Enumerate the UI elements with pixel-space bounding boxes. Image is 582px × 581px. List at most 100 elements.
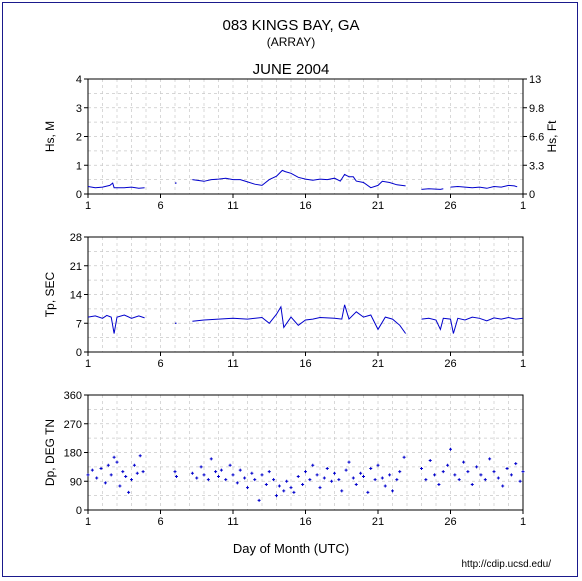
panel2-xtick-label: 6 bbox=[157, 358, 163, 370]
panel1-series-line bbox=[450, 184, 518, 189]
panel1-xtick-label: 1 bbox=[85, 200, 91, 212]
panel3-data-point bbox=[479, 473, 483, 477]
panel1-ytick-label: 4 bbox=[76, 74, 82, 86]
panel3-ytick-label: 270 bbox=[64, 419, 82, 431]
panel3-data-point bbox=[483, 478, 487, 482]
panel3-data-point bbox=[304, 470, 307, 474]
panel3-data-point bbox=[308, 478, 312, 482]
panel3-data-point bbox=[174, 474, 178, 478]
panel3-data-point bbox=[115, 460, 119, 464]
panel3-data-point bbox=[173, 470, 177, 474]
panel3-data-point bbox=[337, 478, 341, 482]
panel3-xtick-label: 1 bbox=[85, 516, 91, 528]
panel3-data-point bbox=[373, 478, 377, 482]
panel3-data-point bbox=[383, 484, 387, 488]
panel3-data-point bbox=[199, 465, 203, 469]
panel1-ytick-label: 3 bbox=[76, 103, 82, 115]
panel3-data-point bbox=[398, 470, 402, 474]
panel3-data-point bbox=[470, 482, 474, 486]
panel3-data-point bbox=[437, 482, 441, 486]
panel2-ytick-label: 28 bbox=[70, 232, 82, 244]
panel3-data-point bbox=[224, 478, 228, 482]
panel3-data-point bbox=[330, 479, 334, 483]
panel2-xtick-label: 1 bbox=[85, 358, 91, 370]
panel1-ytick-right-label: 3.3 bbox=[529, 160, 544, 172]
panel3-data-point bbox=[492, 470, 496, 474]
panel3-data-point bbox=[402, 455, 406, 459]
panel3-xtick-label: 21 bbox=[372, 516, 384, 528]
panel1-xtick-label: 6 bbox=[157, 200, 163, 212]
panel1-series-line bbox=[87, 182, 145, 189]
panel2-xtick-label: 21 bbox=[372, 358, 384, 370]
chart-month: JUNE 2004 bbox=[253, 61, 330, 78]
panel3-data-point bbox=[228, 463, 232, 467]
panel1-ytick-right-label: 13 bbox=[529, 74, 541, 86]
panel3-data-point bbox=[103, 481, 107, 485]
panel3-data-point bbox=[138, 454, 142, 458]
panel1-ytick-label: 2 bbox=[76, 132, 82, 144]
panel3-data-point bbox=[272, 478, 276, 482]
panel3-data-point bbox=[214, 470, 218, 474]
panel3-data-point bbox=[340, 489, 344, 493]
panel3-data-point bbox=[109, 473, 113, 477]
panel3-data-point bbox=[449, 447, 452, 451]
panel3-data-point bbox=[246, 486, 249, 490]
panel3-data-point bbox=[264, 482, 268, 486]
panel3-data-point bbox=[315, 473, 319, 477]
panel3-data-point bbox=[501, 484, 505, 488]
panel3-data-point bbox=[347, 460, 351, 464]
panel3-xtick-label: 16 bbox=[299, 516, 311, 528]
panel2-xtick-label: 26 bbox=[444, 358, 456, 370]
panel3-data-point bbox=[446, 463, 450, 467]
panel1-ylabel-right: Hs, Ft bbox=[545, 120, 559, 153]
panel3-data-point bbox=[219, 468, 223, 472]
panel1-ytick-right-label: 6.6 bbox=[529, 132, 544, 144]
panel2-xtick-label: 1 bbox=[520, 358, 526, 370]
panel3-data-point bbox=[391, 489, 394, 493]
panel3-data-point bbox=[127, 490, 131, 494]
panel3-data-point bbox=[318, 486, 322, 490]
panel3-data-point bbox=[289, 486, 293, 490]
panel3-data-point bbox=[257, 498, 261, 502]
panel3-data-point bbox=[235, 481, 239, 485]
panel1-ylabel: Hs, M bbox=[43, 121, 57, 152]
panel3-data-point bbox=[505, 466, 509, 470]
panel3-data-point bbox=[311, 463, 315, 467]
panel3-xtick-label: 26 bbox=[444, 516, 456, 528]
panel3-data-point bbox=[132, 463, 136, 467]
panel2-ytick-label: 21 bbox=[70, 261, 82, 273]
panel3-data-point bbox=[95, 476, 99, 480]
panel1-xtick-label: 16 bbox=[299, 200, 311, 212]
panel3-ytick-label: 90 bbox=[70, 476, 82, 488]
panel3-data-point bbox=[86, 473, 90, 477]
panel3-data-point bbox=[388, 473, 392, 477]
panel3-ytick-label: 0 bbox=[76, 505, 82, 517]
panel3-data-point bbox=[509, 473, 513, 477]
panel3-xtick-label: 6 bbox=[157, 516, 163, 528]
panel1-ytick-right-label: 0 bbox=[529, 189, 535, 201]
panel3-data-point bbox=[376, 463, 380, 467]
panel3-data-point bbox=[253, 478, 257, 482]
panel3-data-point bbox=[121, 470, 125, 474]
panel3-xtick-label: 1 bbox=[520, 516, 526, 528]
panel2-ytick-label: 0 bbox=[76, 347, 82, 359]
panel3-ytick-label: 180 bbox=[64, 448, 82, 460]
panel1-xtick-label: 11 bbox=[227, 200, 238, 212]
panel3-data-point bbox=[420, 466, 423, 470]
panel1-xtick-label: 26 bbox=[444, 200, 456, 212]
panel3-data-point bbox=[277, 484, 281, 488]
panel3-data-point bbox=[243, 476, 247, 480]
panel3-data-point bbox=[380, 476, 384, 480]
panel3-data-point bbox=[275, 494, 278, 498]
panel3-data-point bbox=[344, 468, 348, 472]
panel1-ytick-label: 0 bbox=[76, 189, 82, 201]
panel3-data-point bbox=[209, 457, 213, 461]
panel3-ylabel: Dp, DEG TN bbox=[43, 419, 57, 486]
panel3-data-point bbox=[124, 474, 128, 478]
panel2-ytick-label: 7 bbox=[76, 318, 82, 330]
panel2-series-line bbox=[421, 316, 524, 334]
panel3-data-point bbox=[202, 473, 206, 477]
panel3-data-point bbox=[285, 479, 289, 483]
panel3-xtick-label: 11 bbox=[227, 516, 238, 528]
panel3-data-point bbox=[369, 466, 373, 470]
